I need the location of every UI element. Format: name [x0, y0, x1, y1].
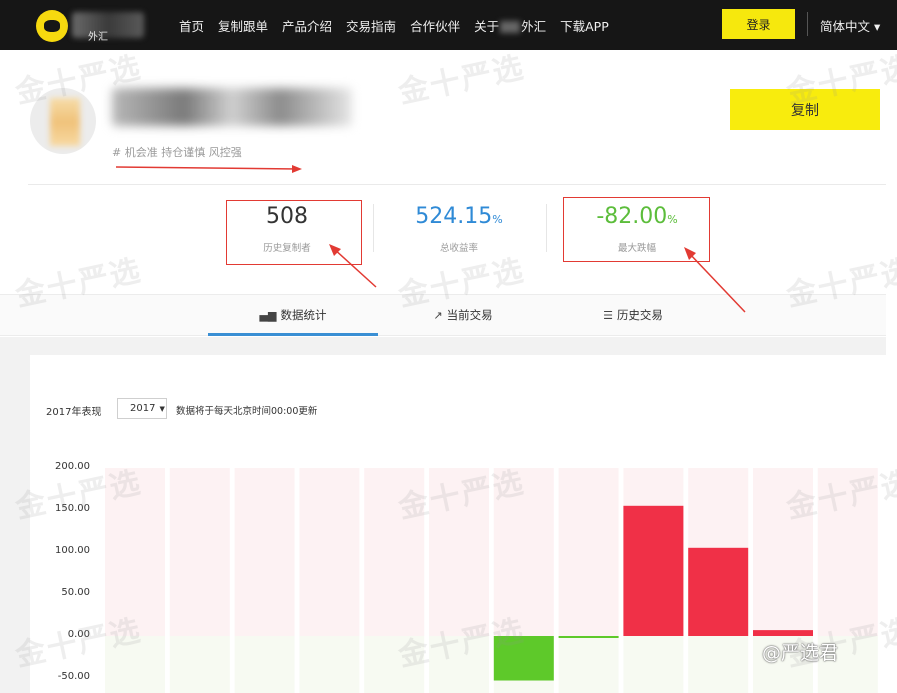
- brand-watermark: @严选君: [762, 642, 839, 664]
- annotation-arrows: [115, 165, 746, 313]
